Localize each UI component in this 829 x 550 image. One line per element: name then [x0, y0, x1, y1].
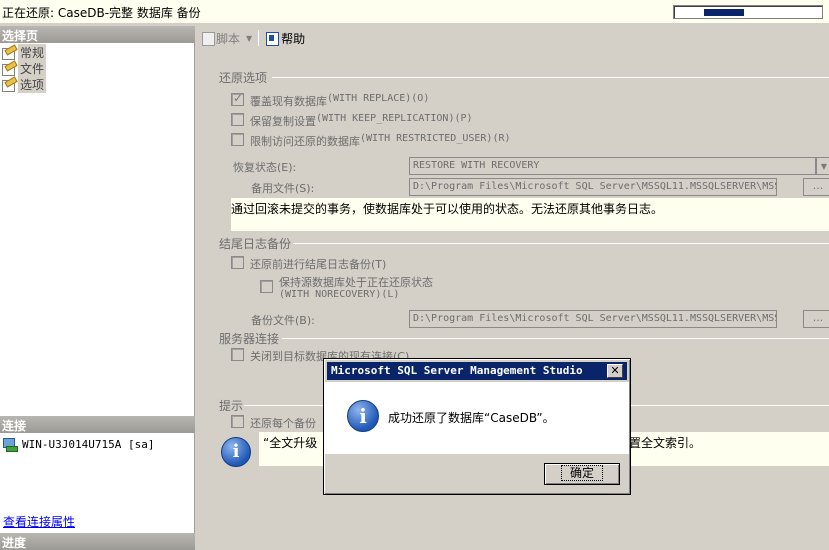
checkbox-code: (WITH NORECOVERY)(L): [279, 289, 400, 300]
keep-replication-checkbox[interactable]: 保留复制设置 (WITH KEEP_REPLICATION)(P): [231, 113, 473, 129]
page-icon: [0, 46, 18, 60]
progress-fill: [704, 9, 744, 16]
divider: [293, 243, 829, 244]
hints-header: 提示: [219, 399, 244, 413]
checkbox-box: [231, 113, 244, 126]
page-item-label: 常规: [18, 44, 47, 61]
chevron-down-icon: ▼: [246, 33, 253, 43]
page-item-label: 文件: [18, 60, 47, 77]
progress-bar: [673, 5, 823, 19]
overwrite-checkbox[interactable]: 覆盖现有数据库(WITH REPLACE)(O): [231, 91, 430, 109]
help-label: 帮助: [281, 31, 306, 46]
fulltext-note-right: 置全文索引。: [629, 436, 702, 450]
recovery-state-label: 恢复状态(E):: [233, 161, 297, 174]
page-item-options[interactable]: 选项: [0, 76, 47, 93]
checkbox-box: [231, 415, 244, 428]
restore-options-header: 还原选项: [219, 71, 268, 85]
server-icon: [0, 437, 18, 452]
checkbox-label: 保持源数据库处于正在还原状态: [279, 276, 433, 289]
checkbox-code: (WITH REPLACE)(O): [327, 93, 430, 104]
backup-file-field[interactable]: D:\Program Files\Microsoft SQL Server\MS…: [409, 310, 777, 328]
tail-log-header: 结尾日志备份: [219, 237, 292, 251]
page-icon: [0, 62, 18, 76]
divider: [282, 338, 829, 339]
info-icon: i: [347, 400, 379, 432]
close-icon[interactable]: ✕: [607, 364, 623, 378]
progress-header: 进度: [0, 533, 195, 550]
left-pane: 选择页 常规 文件 选项 连接 WIN-U3J014U715A [sa] 查看连…: [0, 26, 195, 550]
toolbar-separator: [258, 30, 260, 46]
script-label: 脚本: [216, 31, 241, 46]
checkbox-box: [231, 256, 244, 269]
connection-item: WIN-U3J014U715A [sa]: [0, 437, 155, 452]
status-bar: 正在还原: CaseDB-完整 数据库 备份: [0, 0, 829, 24]
ok-label: 确定: [560, 465, 603, 481]
backup-browse-button[interactable]: ...: [803, 310, 829, 328]
tail-log-backup-checkbox[interactable]: 还原前进行结尾日志备份(T): [231, 256, 386, 272]
dialog-title: Microsoft SQL Server Management Studio: [331, 364, 583, 377]
select-page-header: 选择页: [0, 26, 195, 43]
info-icon: i: [221, 437, 251, 467]
checkbox-label: 保留复制设置: [250, 115, 316, 128]
status-title: 正在还原: CaseDB-完整 数据库 备份: [2, 6, 201, 20]
message-dialog: Microsoft SQL Server Management Studio ✕…: [323, 358, 631, 495]
ok-button[interactable]: 确定: [544, 463, 620, 485]
recovery-note-bar: 通过回滚未提交的事务，使数据库处于可以使用的状态。无法还原其他事务日志。: [231, 198, 829, 231]
checkbox-box: [260, 280, 273, 293]
page-item-files[interactable]: 文件: [0, 60, 47, 77]
checkbox-label: 限制访问还原的数据库: [250, 135, 360, 148]
divider: [272, 77, 829, 78]
checkbox-box: [231, 133, 244, 146]
page-item-general[interactable]: 常规: [0, 44, 47, 61]
server-connections-header: 服务器连接: [219, 332, 280, 346]
backup-file-label: 备份文件(B):: [251, 314, 315, 327]
connection-server: WIN-U3J014U715A [sa]: [22, 437, 155, 451]
toolbar: 脚本 ▼ 帮助: [196, 26, 829, 50]
page-item-label: 选项: [18, 76, 47, 93]
dialog-title-bar[interactable]: Microsoft SQL Server Management Studio ✕: [327, 362, 627, 380]
standby-file-label: 备用文件(S):: [251, 182, 315, 195]
checkbox-box: [231, 91, 244, 106]
view-connection-properties-link[interactable]: 查看连接属性: [3, 513, 75, 530]
script-icon: [200, 31, 215, 46]
fulltext-note-left: “全文升级: [263, 436, 318, 450]
help-button[interactable]: 帮助: [265, 30, 305, 47]
recovery-state-select[interactable]: RESTORE WITH RECOVERY: [409, 157, 816, 175]
chevron-down-icon[interactable]: ▼: [816, 157, 829, 175]
standby-file-field[interactable]: D:\Program Files\Microsoft SQL Server\MS…: [409, 178, 777, 196]
help-icon: [265, 31, 280, 46]
dialog-message: 成功还原了数据库“CaseDB”。: [388, 411, 555, 425]
connection-header: 连接: [0, 416, 195, 433]
checkbox-label: 还原每个备份: [250, 417, 316, 430]
restricted-user-checkbox[interactable]: 限制访问还原的数据库 (WITH RESTRICTED_USER)(R): [231, 133, 511, 149]
checkbox-label: 还原前进行结尾日志备份(T): [250, 258, 387, 271]
recovery-note: 通过回滚未提交的事务，使数据库处于可以使用的状态。无法还原其他事务日志。: [231, 202, 664, 216]
dialog-body: i 成功还原了数据库“CaseDB”。: [325, 382, 629, 454]
checkbox-label: 覆盖现有数据库: [250, 95, 327, 108]
script-button[interactable]: 脚本 ▼: [200, 30, 252, 47]
checkbox-code: (WITH KEEP_REPLICATION)(P): [316, 113, 473, 124]
standby-browse-button[interactable]: ...: [803, 178, 829, 196]
checkbox-box: [231, 348, 244, 361]
page-icon: [0, 78, 18, 92]
prompt-each-checkbox[interactable]: 还原每个备份: [231, 415, 316, 431]
norecovery-checkbox[interactable]: 保持源数据库处于正在还原状态 (WITH NORECOVERY)(L): [260, 277, 433, 301]
checkbox-code: (WITH RESTRICTED_USER)(R): [360, 133, 511, 144]
